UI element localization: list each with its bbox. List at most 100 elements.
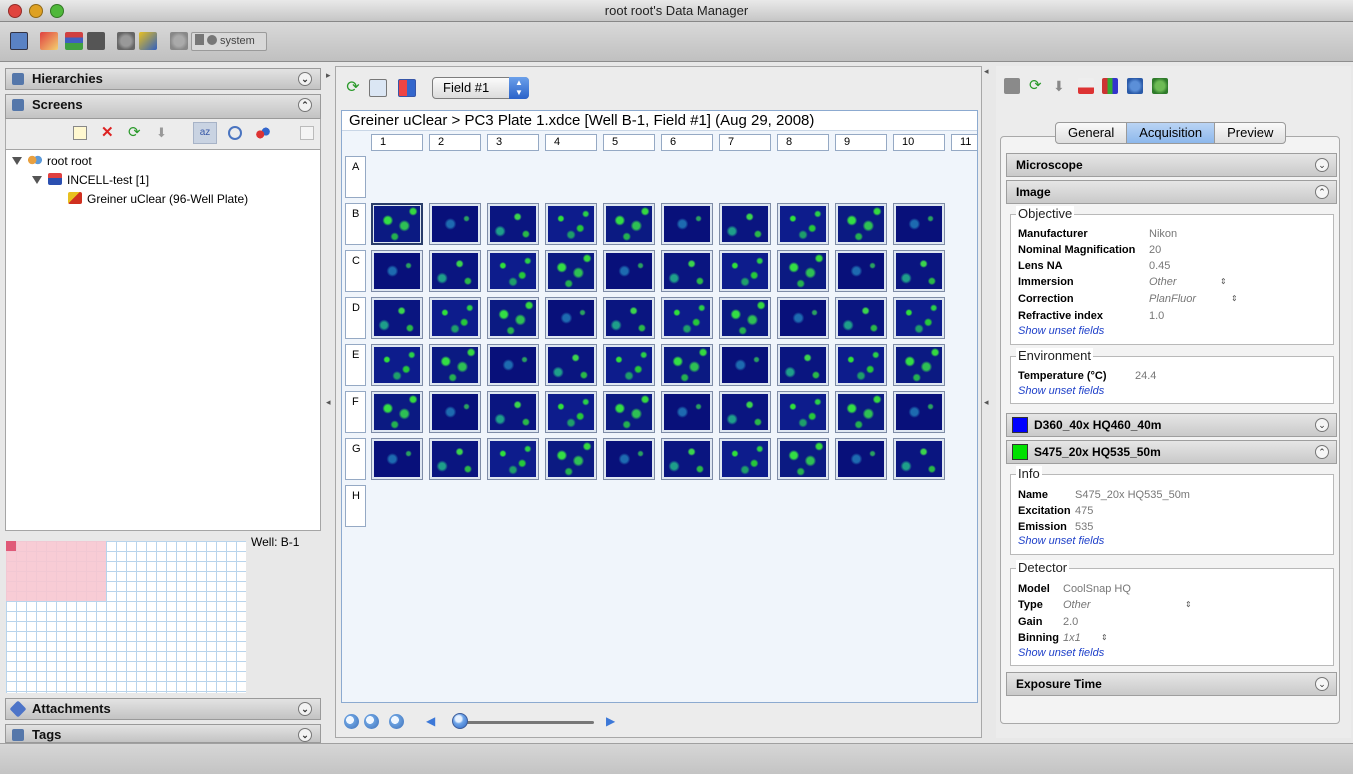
type-select[interactable]: Other [1063, 597, 1091, 613]
well-thumbnail[interactable] [371, 438, 423, 480]
tree-node-root[interactable]: root root [12, 152, 92, 170]
well-thumbnail[interactable] [603, 203, 655, 245]
well-thumbnail[interactable] [429, 438, 481, 480]
row-header[interactable]: C [345, 250, 366, 292]
explorer-icon[interactable] [10, 32, 28, 50]
row-header[interactable]: D [345, 297, 366, 339]
refresh-icon[interactable]: ⟳ [1029, 78, 1045, 94]
image-section-header[interactable]: Image ⌃ [1006, 180, 1337, 204]
channels-icon[interactable] [1102, 78, 1118, 94]
lens-na-value[interactable]: 0.45 [1149, 258, 1170, 274]
column-header[interactable]: 7 [719, 134, 771, 151]
expand-chevron-icon[interactable]: ⌄ [1315, 158, 1329, 172]
well-thumbnail[interactable] [777, 344, 829, 386]
column-header[interactable]: 3 [487, 134, 539, 151]
show-unset-fields-link[interactable]: Show unset fields [1018, 385, 1104, 397]
row-header[interactable]: H [345, 485, 366, 527]
left-divider-arrow-icon[interactable]: ▸ [326, 70, 331, 81]
show-unset-fields-link[interactable]: Show unset fields [1018, 647, 1104, 659]
column-header[interactable]: 6 [661, 134, 713, 151]
row-header[interactable]: G [345, 438, 366, 480]
screens-header[interactable]: Screens ⌃ [5, 94, 321, 119]
grid-view-icon[interactable] [398, 79, 416, 97]
well-thumbnail[interactable] [777, 203, 829, 245]
well-thumbnail[interactable] [835, 438, 887, 480]
column-header[interactable]: 5 [603, 134, 655, 151]
well-thumbnail[interactable] [603, 438, 655, 480]
sort-time-icon[interactable] [228, 126, 242, 140]
well-thumbnail[interactable] [777, 297, 829, 339]
well-thumbnail[interactable] [487, 438, 539, 480]
well-thumbnail[interactable] [893, 344, 945, 386]
expand-chevron-icon[interactable]: ⌄ [298, 702, 312, 716]
column-header[interactable]: 2 [429, 134, 481, 151]
magnification-value[interactable]: 20 [1149, 242, 1161, 258]
export-icon[interactable] [1078, 78, 1094, 94]
well-thumbnail[interactable] [371, 250, 423, 292]
show-unset-fields-link[interactable]: Show unset fields [1018, 325, 1104, 337]
model-value[interactable]: CoolSnap HQ [1063, 581, 1131, 597]
well-thumbnail[interactable] [719, 250, 771, 292]
edit-icon[interactable] [40, 32, 58, 50]
column-header[interactable]: 4 [545, 134, 597, 151]
excitation-value[interactable]: 475 [1075, 503, 1093, 519]
expand-chevron-icon[interactable]: ⌄ [1315, 418, 1329, 432]
well-thumbnail[interactable] [777, 391, 829, 433]
plate-minimap[interactable] [6, 541, 246, 693]
well-thumbnail[interactable] [661, 391, 713, 433]
expand-chevron-icon[interactable]: ⌄ [298, 728, 312, 742]
well-thumbnail[interactable] [661, 297, 713, 339]
tag-icon[interactable] [139, 32, 157, 50]
collapse-all-icon[interactable] [300, 126, 314, 140]
well-thumbnail[interactable] [603, 344, 655, 386]
refresh-icon[interactable]: ⟳ [344, 79, 362, 97]
well-thumbnail[interactable] [603, 391, 655, 433]
select-arrows-icon[interactable]: ⇕ [1185, 597, 1192, 613]
well-thumbnail[interactable] [719, 391, 771, 433]
attachments-header[interactable]: Attachments ⌄ [5, 698, 321, 720]
channel-1-header[interactable]: D360_40x HQ460_40m ⌄ [1006, 413, 1337, 437]
expanded-triangle-icon[interactable] [12, 157, 22, 165]
system-group-selector[interactable]: system [191, 32, 267, 51]
column-header[interactable]: 10 [893, 134, 945, 151]
emission-value[interactable]: 535 [1075, 519, 1093, 535]
well-thumbnail[interactable] [429, 344, 481, 386]
well-thumbnail[interactable] [893, 438, 945, 480]
well-thumbnail[interactable] [545, 203, 597, 245]
correction-select[interactable]: PlanFluor [1149, 291, 1196, 307]
tab-preview[interactable]: Preview [1215, 123, 1285, 143]
well-thumbnail[interactable] [487, 391, 539, 433]
tree-node-plate[interactable]: Greiner uClear (96-Well Plate) [68, 190, 248, 208]
well-thumbnail[interactable] [545, 438, 597, 480]
close-window-button[interactable] [8, 4, 22, 18]
well-thumbnail[interactable] [661, 438, 713, 480]
minimize-window-button[interactable] [29, 4, 43, 18]
well-thumbnail[interactable] [545, 250, 597, 292]
previous-arrow-icon[interactable]: ◀ [426, 714, 435, 728]
immersion-select[interactable]: Other [1149, 274, 1177, 290]
row-header[interactable]: A [345, 156, 366, 198]
right-divider-collapse-icon[interactable]: ◂ [984, 397, 989, 408]
thumbnail-view-icon[interactable] [369, 79, 387, 97]
binning-select[interactable]: 1x1 [1063, 630, 1081, 646]
publish-icon[interactable] [1152, 78, 1168, 94]
next-arrow-icon[interactable]: ▶ [606, 714, 615, 728]
well-thumbnail[interactable] [487, 203, 539, 245]
well-thumbnail[interactable] [835, 297, 887, 339]
well-thumbnail[interactable] [777, 250, 829, 292]
collapse-chevron-icon[interactable]: ⌃ [298, 98, 312, 112]
column-header[interactable]: 11 [951, 134, 977, 151]
expand-chevron-icon[interactable]: ⌄ [1315, 677, 1329, 691]
well-thumbnail[interactable] [487, 344, 539, 386]
zoom-in-icon[interactable] [364, 714, 379, 729]
download-icon[interactable]: ⬇ [1053, 78, 1069, 94]
well-thumbnail[interactable] [835, 203, 887, 245]
well-thumbnail[interactable] [719, 203, 771, 245]
well-thumbnail[interactable] [603, 297, 655, 339]
column-header[interactable]: 1 [371, 134, 423, 151]
right-divider-arrow-icon[interactable]: ◂ [984, 66, 989, 77]
filter-icon[interactable] [256, 126, 270, 140]
well-thumbnail[interactable] [893, 391, 945, 433]
hierarchies-header[interactable]: Hierarchies ⌄ [5, 68, 321, 90]
refresh-icon[interactable]: ⟳ [128, 125, 142, 140]
